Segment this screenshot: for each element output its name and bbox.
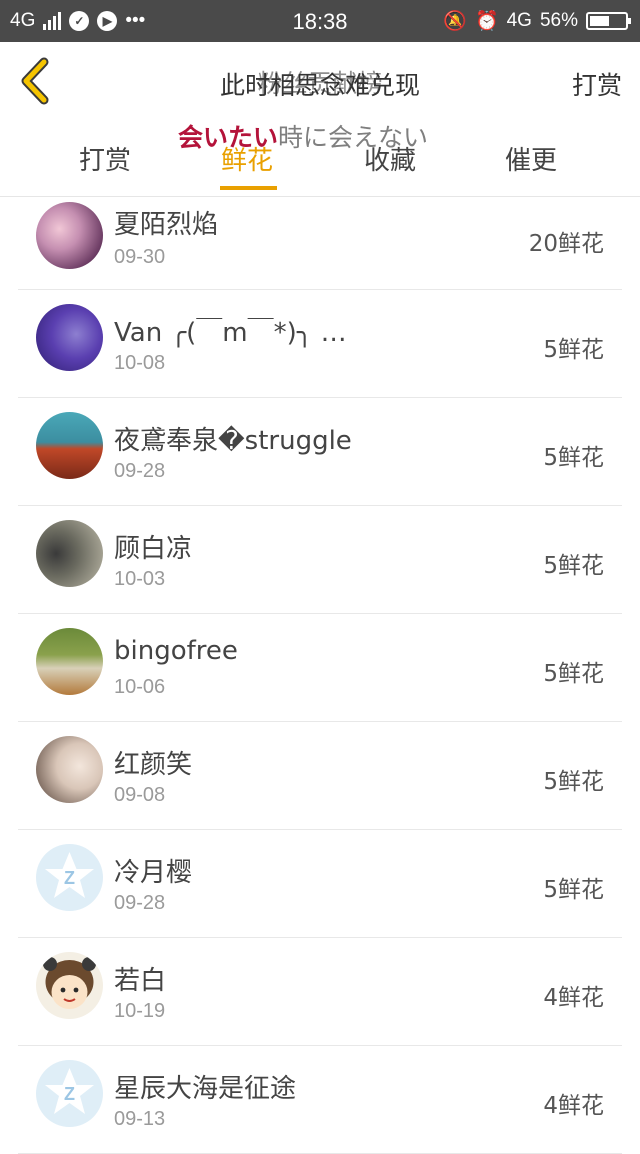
avatar bbox=[36, 520, 103, 587]
play-notification-icon: ▶ bbox=[97, 11, 118, 31]
tab-reward[interactable]: 打赏 bbox=[79, 140, 131, 177]
network-type: 4G bbox=[10, 10, 36, 31]
user-name: 冷月樱 bbox=[114, 858, 193, 888]
alarm-icon: ⏰ bbox=[474, 11, 499, 32]
user-name: 夏陌烈焰 bbox=[114, 210, 219, 240]
date: 09-13 bbox=[114, 1108, 166, 1130]
list-item[interactable]: 夏陌烈焰 09-30 20鲜花 bbox=[18, 196, 622, 290]
status-right: 🔕 ⏰ 4G 56% bbox=[443, 0, 631, 42]
user-name: Van ╭(￣m￣*)╮ … bbox=[114, 318, 347, 348]
date: 09-08 bbox=[114, 784, 166, 806]
app-header: 粉丝贡献榜 此时相思念难兑现 打赏 bbox=[0, 42, 640, 123]
default-avatar: Z bbox=[36, 1060, 103, 1127]
fan-list: 夏陌烈焰 09-30 20鲜花 Van ╭(￣m￣*)╮ … 10-08 5鲜花… bbox=[0, 196, 640, 1154]
battery-icon bbox=[586, 12, 631, 30]
list-item[interactable]: 红颜笑 09-08 5鲜花 bbox=[18, 722, 622, 830]
svg-text:Z: Z bbox=[64, 1084, 75, 1104]
date: 10-06 bbox=[114, 676, 166, 698]
chevron-left-icon bbox=[21, 57, 49, 105]
status-left: 4G ✓ ▶ ••• bbox=[10, 0, 145, 42]
default-avatar: Z bbox=[36, 844, 103, 911]
flower-count: 5鲜花 bbox=[543, 661, 604, 687]
signal-icon bbox=[43, 12, 62, 30]
mute-icon: 🔕 bbox=[443, 11, 467, 32]
more-notifications-icon: ••• bbox=[125, 10, 146, 31]
date: 09-28 bbox=[114, 460, 166, 482]
list-item[interactable]: Van ╭(￣m￣*)╮ … 10-08 5鲜花 bbox=[18, 290, 622, 398]
date: 10-08 bbox=[114, 352, 166, 374]
overlay-caption: 会いたい時に会えない bbox=[178, 118, 428, 154]
tab-urge-update[interactable]: 催更 bbox=[505, 140, 557, 177]
avatar bbox=[36, 304, 103, 371]
star-icon: Z bbox=[45, 852, 94, 898]
flower-count: 4鲜花 bbox=[543, 985, 604, 1011]
flower-count: 4鲜花 bbox=[543, 1093, 604, 1119]
user-name: 顾白凉 bbox=[114, 534, 193, 564]
flower-count: 5鲜花 bbox=[543, 769, 604, 795]
user-name: 夜鳶奉泉�struggle bbox=[114, 426, 352, 456]
overlay-caption-rest: 時に会えない bbox=[278, 123, 429, 152]
avatar bbox=[36, 202, 103, 269]
avatar bbox=[36, 628, 103, 695]
user-name: 星辰大海是征途 bbox=[114, 1074, 297, 1104]
flower-count: 5鲜花 bbox=[543, 337, 604, 363]
app-notification-icon: ✓ bbox=[69, 11, 90, 31]
overlay-caption-red: 会いたい bbox=[178, 123, 279, 152]
list-item[interactable]: 若白 10-19 4鲜花 bbox=[18, 938, 622, 1046]
date: 10-03 bbox=[114, 568, 166, 590]
right-network-type: 4G bbox=[506, 10, 532, 31]
flower-count: 5鲜花 bbox=[543, 877, 604, 903]
flower-count: 5鲜花 bbox=[543, 553, 604, 579]
reward-button[interactable]: 打赏 bbox=[572, 66, 622, 102]
date: 09-30 bbox=[114, 246, 166, 268]
status-bar: 4G ✓ ▶ ••• 18:38 🔕 ⏰ 4G 56% bbox=[0, 0, 640, 42]
active-tab-indicator bbox=[220, 186, 277, 190]
flower-count: 5鲜花 bbox=[543, 445, 604, 471]
avatar bbox=[36, 952, 103, 1019]
page-title: 此时相思念难兑现 bbox=[219, 71, 420, 100]
date: 09-28 bbox=[114, 892, 166, 914]
user-name: bingofree bbox=[114, 636, 238, 666]
list-item[interactable]: Z 冷月樱 09-28 5鲜花 bbox=[18, 830, 622, 938]
list-item[interactable]: 顾白凉 10-03 5鲜花 bbox=[18, 506, 622, 614]
date: 10-19 bbox=[114, 1000, 166, 1022]
avatar bbox=[36, 736, 103, 803]
svg-text:Z: Z bbox=[64, 868, 75, 888]
list-item[interactable]: bingofree 10-06 5鲜花 bbox=[18, 614, 622, 722]
cartoon-face-icon bbox=[43, 957, 96, 1009]
avatar bbox=[36, 412, 103, 479]
user-name: 红颜笑 bbox=[114, 750, 193, 780]
user-name: 若白 bbox=[114, 966, 167, 996]
battery-percent: 56% bbox=[539, 10, 578, 31]
flower-count: 20鲜花 bbox=[528, 231, 604, 257]
star-icon: Z bbox=[45, 1068, 94, 1114]
back-button[interactable] bbox=[14, 56, 58, 106]
list-item[interactable]: 夜鳶奉泉�struggle 09-28 5鲜花 bbox=[18, 398, 622, 506]
